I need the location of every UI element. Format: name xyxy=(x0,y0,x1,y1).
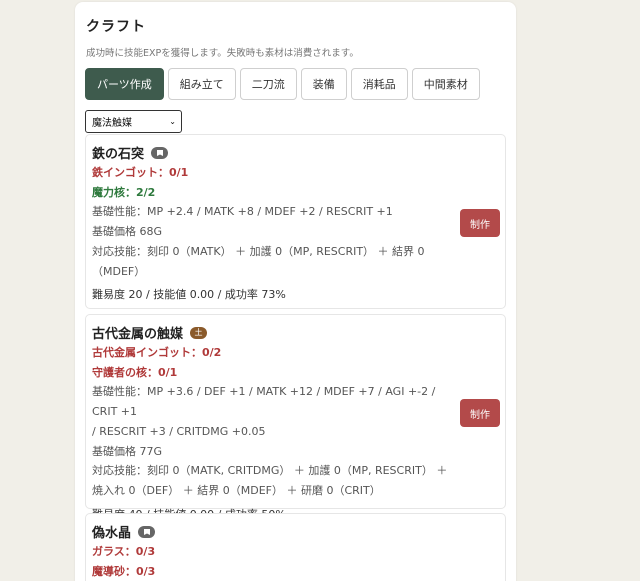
panel-title: クラフト xyxy=(86,19,146,35)
craft-button[interactable]: 制作 xyxy=(460,399,500,427)
material-line: 守護者の核：0/1 xyxy=(92,365,178,379)
book-icon xyxy=(138,525,156,538)
tab-consumables[interactable]: 消耗品 xyxy=(350,68,408,100)
material-line: 古代金属インゴット：0/2 xyxy=(92,346,222,359)
base-stats: 基礎性能：MP +2.4 / MATK +8 / MDEF +2 / RESCR… xyxy=(92,205,393,219)
category-select-value: 魔法触媒 xyxy=(92,118,132,129)
skill-line: 対応技能：刻印 0（MATK, CRITDMG） ＋ 加護 0（MP, RESC… xyxy=(92,464,448,478)
skill-line: 対応技能：刻印 0（MATK） ＋ 加護 0（MP, RESCRIT） ＋ 結界… xyxy=(92,244,425,258)
difficulty-line: 難易度 20 / 技能値 0.00 / 成功率 73% xyxy=(92,288,286,302)
base-stats: 基礎性能：MP +3.6 / DEF +1 / MATK +12 / MDEF … xyxy=(92,385,436,419)
recipe-card: 古代金属の触媒 土 古代金属インゴット：0/2 守護者の核：0/1 基礎性能：M… xyxy=(85,314,506,521)
tab-assembly[interactable]: 組み立て xyxy=(167,68,236,100)
earth-element-badge: 土 xyxy=(190,326,208,339)
item-name: 偽水晶 xyxy=(92,526,132,541)
material-line: 魔導砂：0/3 xyxy=(92,564,156,578)
item-name: 古代金属の触媒 xyxy=(92,327,184,342)
tab-equipment[interactable]: 装備 xyxy=(300,68,347,100)
craft-button[interactable]: 制作 xyxy=(460,209,500,237)
craft-panel: クラフト 成功時に技能EXPを獲得します。失敗時も素材は消費されます。 パーツ作… xyxy=(75,2,516,581)
base-stats: / RESCRIT +3 / CRITDMG +0.05 xyxy=(92,424,266,438)
panel-description: 成功時に技能EXPを獲得します。失敗時も素材は消費されます。 xyxy=(86,48,359,59)
chevron-down-icon: ⌄ xyxy=(169,117,176,126)
skill-line: （MDEF） xyxy=(92,264,146,278)
base-price: 基礎価格 77G xyxy=(92,444,163,458)
material-line: 鉄インゴット：0/1 xyxy=(92,166,189,179)
category-select[interactable]: 魔法触媒 ⌄ xyxy=(85,110,182,133)
base-price: 基礎価格 68G xyxy=(92,225,163,239)
recipe-card: 鉄の石突 鉄インゴット：0/1 魔力核：2/2 基礎性能：MP +2.4 / M… xyxy=(85,134,506,309)
recipe-card: 偽水晶 ガラス：0/3 魔導砂：0/3 xyxy=(85,513,506,581)
book-icon xyxy=(151,146,169,159)
item-name: 鉄の石突 xyxy=(92,147,145,162)
material-line: 魔力核：2/2 xyxy=(92,185,156,199)
tab-parts[interactable]: パーツ作成 xyxy=(85,68,164,100)
skill-line: 焼入れ 0（DEF） ＋ 結界 0（MDEF） ＋ 研磨 0（CRIT） xyxy=(92,483,381,497)
craft-tabs: パーツ作成 組み立て 二刀流 装備 消耗品 中間素材 xyxy=(85,68,480,100)
tab-intermediate[interactable]: 中間素材 xyxy=(411,68,480,100)
tab-dual-wield[interactable]: 二刀流 xyxy=(239,68,297,100)
material-line: ガラス：0/3 xyxy=(92,545,156,558)
